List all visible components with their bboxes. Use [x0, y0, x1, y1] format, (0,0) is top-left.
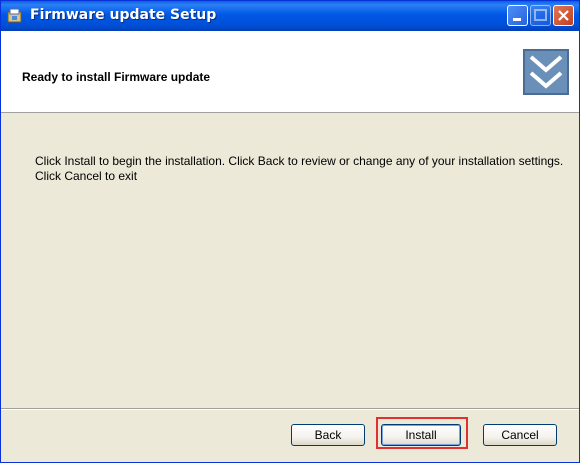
title-bar[interactable]: Firmware update Setup [1, 1, 579, 31]
maximize-button[interactable] [530, 5, 551, 26]
page-title: Ready to install Firmware update [22, 70, 211, 84]
double-chevron-down-icon [523, 49, 569, 95]
window-title: Firmware update Setup [30, 7, 217, 23]
install-instructions: Click Install to begin the installation.… [35, 154, 564, 183]
setup-window: Firmware update Setup Ready to install F… [0, 0, 580, 463]
install-button[interactable]: Install [381, 424, 461, 446]
cancel-button[interactable]: Cancel [483, 424, 557, 446]
close-button[interactable] [553, 5, 574, 26]
minimize-button[interactable] [507, 5, 528, 26]
back-button[interactable]: Back [291, 424, 365, 446]
footer-divider [1, 408, 579, 410]
dialog-header: Ready to install Firmware update [1, 31, 579, 113]
installer-icon [7, 7, 24, 24]
